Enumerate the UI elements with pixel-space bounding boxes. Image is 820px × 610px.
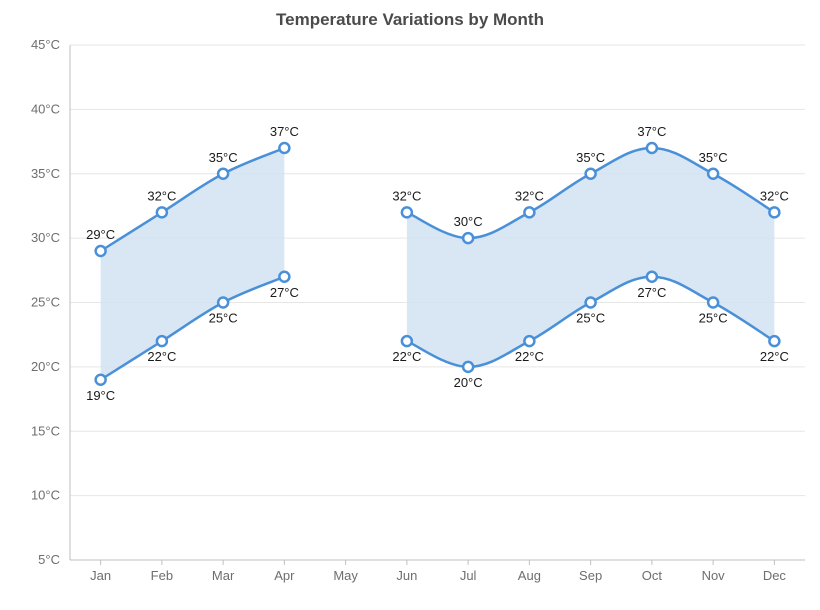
data-marker: [96, 375, 106, 385]
range-band: [407, 148, 775, 367]
x-tick-label: Oct: [642, 568, 663, 583]
data-label: 29°C: [86, 227, 115, 242]
data-label: 32°C: [392, 188, 421, 203]
data-label: 32°C: [147, 188, 176, 203]
x-tick-label: May: [333, 568, 358, 583]
y-tick-label: 45°C: [31, 37, 60, 52]
data-label: 37°C: [637, 124, 666, 139]
data-marker: [402, 207, 412, 217]
data-marker: [769, 336, 779, 346]
data-label: 30°C: [454, 214, 483, 229]
x-tick-label: Nov: [702, 568, 726, 583]
data-marker: [96, 246, 106, 256]
data-marker: [402, 336, 412, 346]
y-tick-label: 25°C: [31, 295, 60, 310]
data-label: 25°C: [699, 311, 728, 326]
data-label: 35°C: [209, 150, 238, 165]
data-marker: [524, 336, 534, 346]
data-label: 25°C: [576, 311, 605, 326]
data-label: 27°C: [637, 285, 666, 300]
x-tick-label: Sep: [579, 568, 602, 583]
data-label: 35°C: [576, 150, 605, 165]
y-tick-label: 15°C: [31, 423, 60, 438]
data-marker: [586, 298, 596, 308]
x-tick-label: Jan: [90, 568, 111, 583]
x-tick-label: Jul: [460, 568, 477, 583]
data-marker: [708, 298, 718, 308]
data-label: 32°C: [760, 188, 789, 203]
data-label: 25°C: [209, 311, 238, 326]
data-marker: [463, 362, 473, 372]
data-label: 19°C: [86, 388, 115, 403]
data-marker: [586, 169, 596, 179]
data-label: 22°C: [760, 349, 789, 364]
data-label: 32°C: [515, 188, 544, 203]
y-tick-label: 30°C: [31, 230, 60, 245]
y-tick-label: 10°C: [31, 488, 60, 503]
y-tick-label: 5°C: [38, 552, 60, 567]
chart-svg: 5°C 10°C 15°C 20°C 25°C 30°C 35°C 40°C 45°C Jan Fe…: [0, 0, 820, 610]
data-marker: [463, 233, 473, 243]
data-marker: [769, 207, 779, 217]
y-tick-label: 35°C: [31, 166, 60, 181]
data-marker: [279, 143, 289, 153]
range-area-chart: Temperature Variations by Month 5°C10°C1…: [0, 0, 820, 610]
range-band: [101, 148, 285, 380]
data-marker: [647, 272, 657, 282]
data-label: 22°C: [392, 349, 421, 364]
data-label: 22°C: [147, 349, 176, 364]
x-tick-label: Jun: [396, 568, 417, 583]
x-tick-label: Aug: [518, 568, 541, 583]
data-marker: [157, 336, 167, 346]
data-marker: [218, 298, 228, 308]
data-label: 37°C: [270, 124, 299, 139]
x-tick-label: Dec: [763, 568, 787, 583]
data-label: 35°C: [699, 150, 728, 165]
data-marker: [524, 207, 534, 217]
y-tick-label: 20°C: [31, 359, 60, 374]
data-label: 27°C: [270, 285, 299, 300]
data-marker: [157, 207, 167, 217]
x-tick-label: Feb: [151, 568, 173, 583]
data-marker: [647, 143, 657, 153]
data-label: 20°C: [454, 375, 483, 390]
data-marker: [708, 169, 718, 179]
y-tick-label: 40°C: [31, 101, 60, 116]
data-label: 22°C: [515, 349, 544, 364]
data-marker: [279, 272, 289, 282]
x-tick-label: Apr: [274, 568, 295, 583]
data-marker: [218, 169, 228, 179]
x-tick-label: Mar: [212, 568, 235, 583]
